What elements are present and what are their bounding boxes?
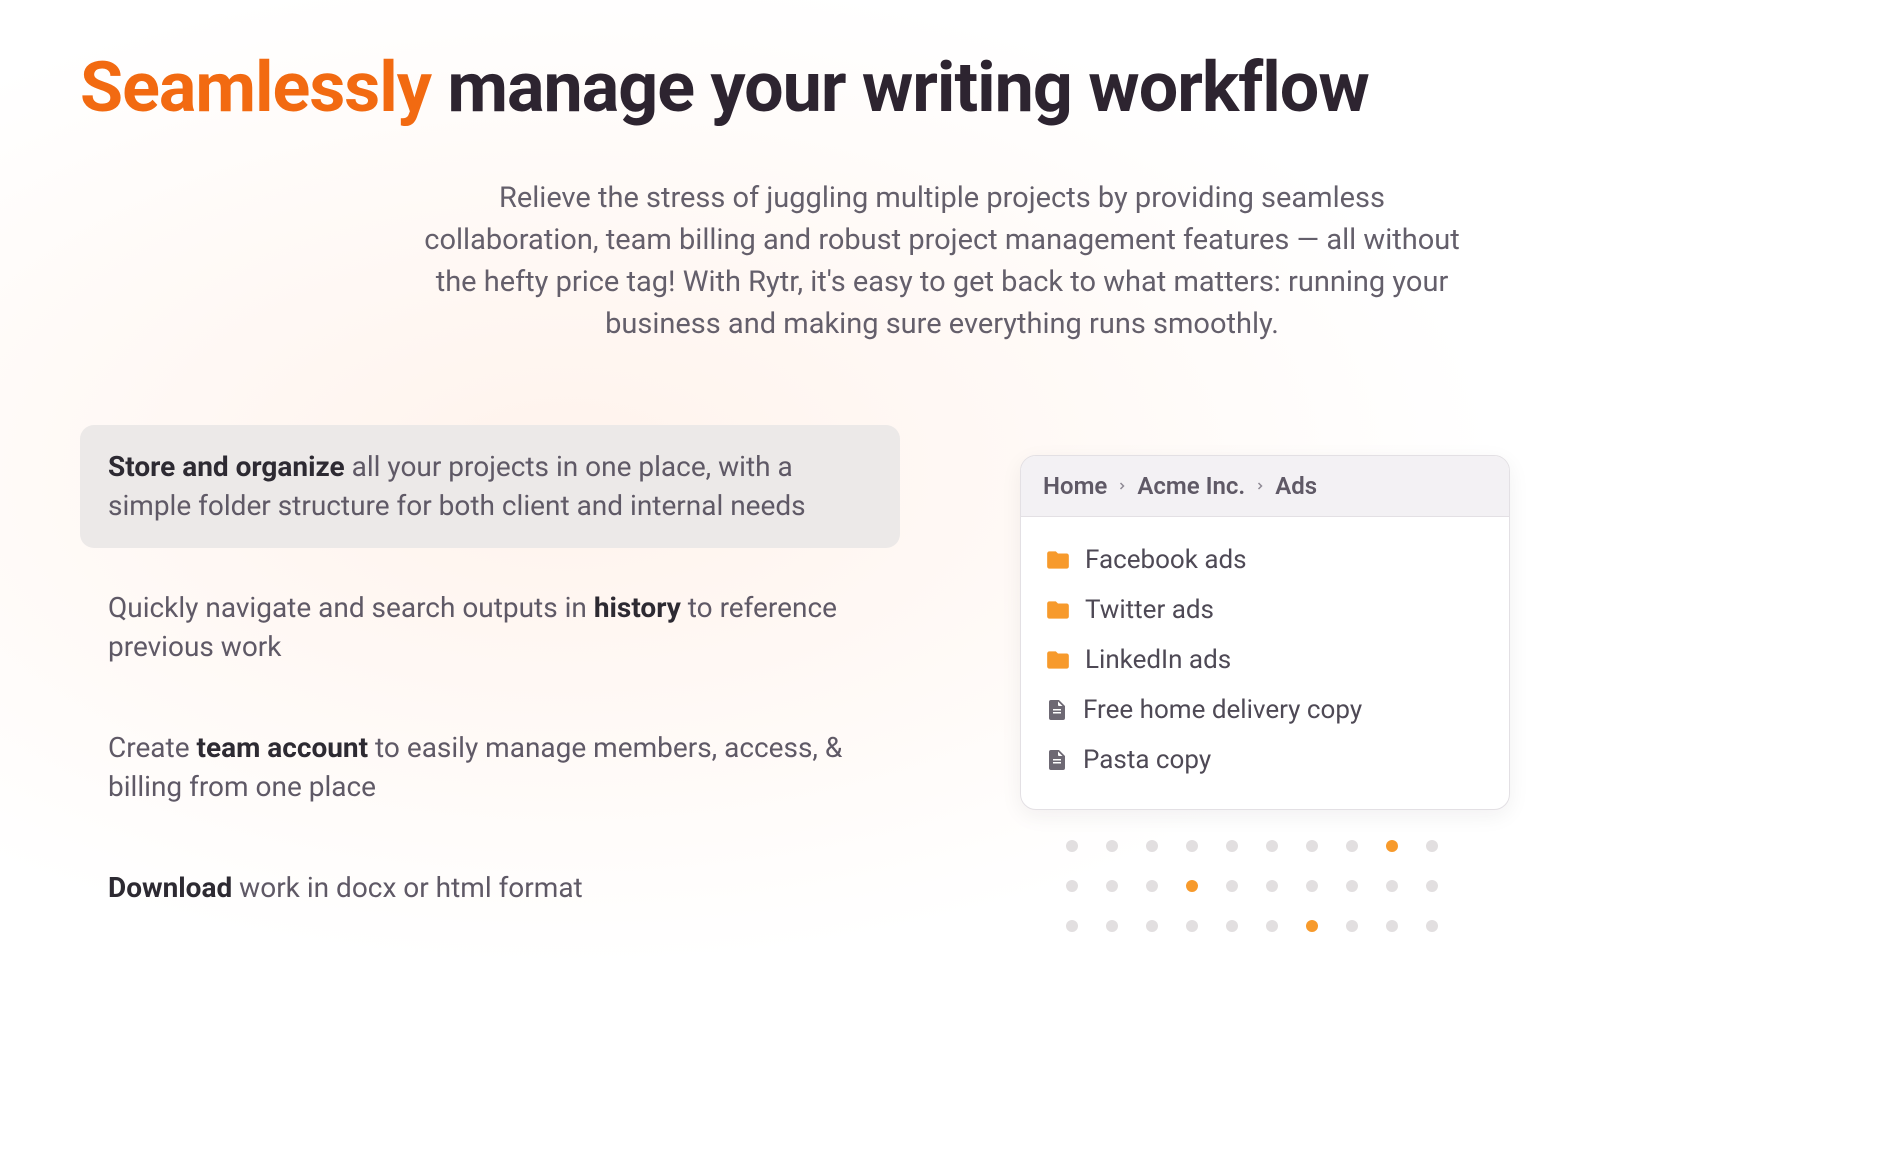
decorative-dot	[1386, 880, 1398, 892]
decorative-dot	[1226, 920, 1238, 932]
preview-panel: Home Acme Inc. Ads Facebook ads Twitter …	[1020, 425, 1510, 947]
decorative-dot	[1266, 840, 1278, 852]
breadcrumb-item[interactable]: Ads	[1275, 472, 1317, 500]
feature-history[interactable]: Quickly navigate and search outputs in h…	[80, 566, 900, 688]
chevron-right-icon	[1251, 480, 1269, 492]
subheading: Relieve the stress of juggling multiple …	[422, 177, 1462, 345]
decorative-dot	[1226, 880, 1238, 892]
decorative-dot	[1186, 840, 1198, 852]
folder-icon	[1045, 647, 1071, 673]
file-icon	[1045, 698, 1069, 722]
decorative-dot	[1226, 840, 1238, 852]
breadcrumb-item[interactable]: Acme Inc.	[1137, 472, 1245, 500]
decorative-dot	[1066, 880, 1078, 892]
headline-rest: manage your writing workflow	[447, 47, 1368, 129]
decorative-dot	[1266, 880, 1278, 892]
feature-list: Store and organize all your projects in …	[80, 425, 900, 947]
decorative-dot	[1146, 880, 1158, 892]
decorative-dot	[1186, 920, 1198, 932]
decorative-dot	[1106, 880, 1118, 892]
item-label: Facebook ads	[1085, 545, 1247, 575]
decorative-dot	[1426, 920, 1438, 932]
item-label: Free home delivery copy	[1083, 695, 1362, 725]
decorative-dot	[1386, 840, 1398, 852]
folder-item[interactable]: LinkedIn ads	[1041, 635, 1489, 685]
decorative-dot	[1426, 840, 1438, 852]
feature-text: work in docx or html format	[232, 871, 582, 904]
decorative-dot	[1106, 920, 1118, 932]
feature-store-organize[interactable]: Store and organize all your projects in …	[80, 425, 900, 547]
decorative-dot	[1306, 840, 1318, 852]
decorative-dot	[1146, 920, 1158, 932]
headline-accent: Seamlessly	[80, 47, 431, 129]
folder-card-body: Facebook ads Twitter ads LinkedIn ads Fr…	[1021, 517, 1509, 809]
decorative-dot	[1106, 840, 1118, 852]
breadcrumb-item[interactable]: Home	[1043, 472, 1107, 500]
feature-pre: Create	[108, 731, 196, 764]
item-label: Twitter ads	[1085, 595, 1214, 625]
file-icon	[1045, 748, 1069, 772]
folder-item[interactable]: Facebook ads	[1041, 535, 1489, 585]
feature-pre: Quickly navigate and search outputs in	[108, 591, 594, 624]
folder-icon	[1045, 597, 1071, 623]
decorative-dot	[1186, 880, 1198, 892]
headline: Seamlessly manage your writing workflow	[80, 50, 1804, 127]
feature-bold: team account	[196, 731, 368, 764]
decorative-dot	[1426, 880, 1438, 892]
file-item[interactable]: Pasta copy	[1041, 735, 1489, 785]
decorative-dot	[1346, 840, 1358, 852]
folder-icon	[1045, 547, 1071, 573]
decorative-dot	[1146, 840, 1158, 852]
feature-team-account[interactable]: Create team account to easily manage mem…	[80, 706, 900, 828]
folder-item[interactable]: Twitter ads	[1041, 585, 1489, 635]
item-label: LinkedIn ads	[1085, 645, 1231, 675]
decorative-dot	[1306, 920, 1318, 932]
breadcrumb: Home Acme Inc. Ads	[1021, 456, 1509, 517]
decorative-dot	[1266, 920, 1278, 932]
chevron-right-icon	[1113, 480, 1131, 492]
feature-bold: Store and organize	[108, 450, 345, 483]
decorative-dot	[1066, 840, 1078, 852]
decorative-dot	[1066, 920, 1078, 932]
decorative-dot	[1386, 920, 1398, 932]
decorative-dot	[1346, 880, 1358, 892]
decorative-dot	[1346, 920, 1358, 932]
decorative-dot-grid	[1058, 832, 1446, 940]
decorative-dot	[1306, 880, 1318, 892]
item-label: Pasta copy	[1083, 745, 1211, 775]
feature-download[interactable]: Download work in docx or html format	[80, 846, 900, 929]
feature-bold: history	[594, 591, 681, 624]
file-item[interactable]: Free home delivery copy	[1041, 685, 1489, 735]
folder-card: Home Acme Inc. Ads Facebook ads Twitter …	[1020, 455, 1510, 810]
feature-bold: Download	[108, 871, 232, 904]
